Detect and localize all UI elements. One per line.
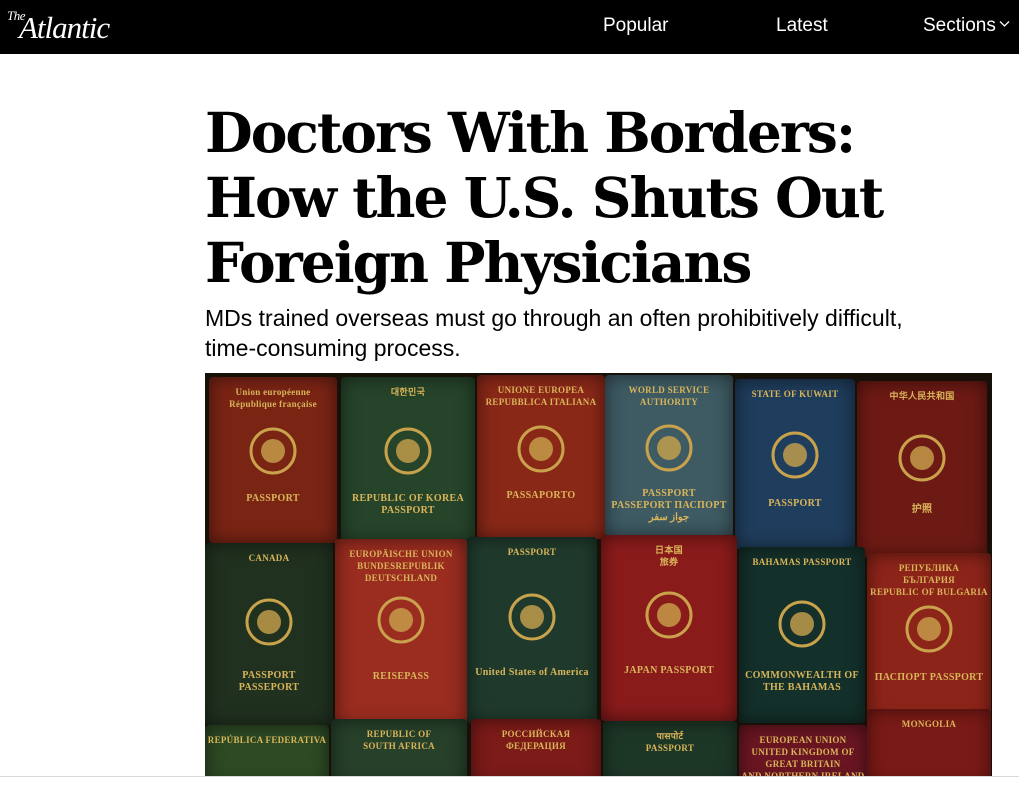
passport-text: 대한민국: [390, 387, 426, 397]
passport-text: REPUBLIC OF: [366, 729, 432, 739]
passport-text: REPUBBLICA ITALIANA: [485, 397, 597, 407]
divider: [0, 776, 1019, 777]
passport-text: 旅券: [659, 557, 679, 567]
passport-footer-text: REPUBLIC OF KOREA PASSPORT: [352, 493, 464, 516]
chevron-down-icon: [999, 21, 1010, 27]
passport-footer-text: PASSPORT: [246, 493, 300, 504]
passport-text: République française: [229, 399, 317, 409]
nav-latest-link[interactable]: Latest: [776, 15, 828, 37]
passport-text: CANADA: [248, 553, 290, 563]
passport-uk: EUROPEAN UNION UNITED KINGDOM OF GREAT BRI…: [739, 725, 867, 776]
headline-line: Foreign Physicians: [205, 230, 752, 295]
passport-footer-text: PASSAPORTO: [506, 490, 576, 501]
nav-sections-menu[interactable]: Sections: [923, 15, 1010, 37]
passport-text: REPUBLIC OF BULGARIA: [870, 587, 988, 597]
coat-of-arms-icon: [377, 596, 425, 644]
passport-text: GREAT BRITAIN: [765, 759, 841, 769]
coat-of-arms-icon: [778, 600, 826, 648]
passport-text: Union européenne: [235, 387, 311, 397]
passport-mongolia: MONGOLIA: [867, 709, 991, 776]
coat-of-arms-icon: [249, 427, 297, 475]
coat-of-arms-icon: [384, 427, 432, 475]
passport-footer-text: JAPAN PASSPORT: [624, 665, 714, 676]
passport-text: PASSPORT: [645, 743, 695, 753]
passport-brazil: REPÚBLICA FEDERATIVA: [205, 725, 329, 776]
passport-footer-text: 护照: [911, 504, 933, 515]
passport-text: पासपोर्ट: [656, 731, 684, 741]
passport-text: DEUTSCHLAND: [364, 573, 438, 583]
coat-of-arms-icon: [645, 591, 693, 639]
coat-of-arms-icon: [771, 431, 819, 479]
top-navigation-bar: The Atlantic Popular Latest Sections: [0, 0, 1019, 54]
subheadline-line: MDs trained overseas must go through an …: [205, 305, 903, 331]
passport-india: पासपोर्ट PASSPORT: [603, 721, 737, 776]
passport-text: MONGOLIA: [901, 719, 957, 729]
passport-footer-text: PASSPORT: [768, 498, 822, 509]
passport-text: 日本国: [655, 545, 683, 555]
passport-eu-france: Union européenne République française PASS…: [209, 377, 337, 543]
passport-italy: UNIONE EUROPEA REPUBBLICA ITALIANA PASSAPO…: [477, 375, 605, 539]
hero-image-passports: Union européenne République française PASS…: [205, 373, 992, 776]
passport-kuwait: STATE OF KUWAIT PASSPORT: [735, 379, 855, 549]
passport-text: BAHAMAS PASSPORT: [752, 557, 852, 567]
passport-text: UNIONE EUROPEA: [497, 385, 585, 395]
passport-korea: 대한민국 REPUBLIC OF KOREA PASSPORT: [341, 377, 475, 543]
coat-of-arms-icon: [645, 424, 693, 472]
passport-text: БЪЛГАРИЯ: [903, 575, 955, 585]
passport-text: ФЕДЕРАЦИЯ: [506, 741, 566, 751]
passport-usa: PASSPORT United States of America: [467, 537, 597, 723]
passport-text: РОССИЙСКАЯ: [501, 729, 571, 739]
passport-germany: EUROPÄISCHE UNION BUNDESREPUBLIK DEUTSCHLA…: [335, 539, 467, 727]
passport-text: WORLD SERVICE: [628, 385, 710, 395]
passport-bulgaria: РЕПУБЛИКА БЪЛГАРИЯ REPUBLIC OF BULGARIA ПАС…: [867, 553, 991, 723]
logo-atlantic: Atlantic: [19, 10, 110, 45]
headline-line: How the U.S. Shuts Out: [205, 165, 884, 230]
passport-text: AUTHORITY: [639, 397, 699, 407]
article-subheadline: MDs trained overseas must go through an …: [205, 303, 995, 363]
passport-footer-text: PASSPORT PASSEPORT ПАСПОРТ جواز سفر: [611, 488, 727, 523]
coat-of-arms-icon: [898, 434, 946, 482]
passport-text: SOUTH AFRICA: [363, 741, 435, 751]
passport-text: 中华人民共和国: [889, 391, 955, 401]
nav-sections-label: Sections: [923, 15, 996, 36]
article-headline: Doctors With Borders: How the U.S. Shuts…: [205, 100, 965, 295]
passport-text: STATE OF KUWAIT: [751, 389, 839, 399]
coat-of-arms-icon: [508, 593, 556, 641]
passport-china: 中华人民共和国 护照: [857, 381, 987, 557]
passport-russia: РОССИЙСКАЯ ФЕДЕРАЦИЯ: [471, 719, 601, 776]
passport-text: РЕПУБЛИКА: [898, 563, 960, 573]
headline-line: Doctors With Borders:: [205, 100, 856, 165]
passport-text: BUNDESREPUBLIK: [357, 561, 445, 571]
passport-wsa: WORLD SERVICE AUTHORITY PASSPORT PASSEPORT…: [605, 375, 733, 537]
passport-canada: CANADA PASSPORT PASSEPORT: [205, 543, 333, 725]
coat-of-arms-icon: [245, 598, 293, 646]
passport-south-africa: REPUBLIC OF SOUTH AFRICA: [331, 719, 467, 776]
subheadline-line: time-consuming process.: [205, 335, 461, 361]
passport-text: EUROPEAN UNION: [759, 735, 847, 745]
passport-footer-text: PASSPORT PASSEPORT: [238, 670, 300, 693]
coat-of-arms-icon: [905, 605, 953, 653]
nav-popular-link[interactable]: Popular: [603, 15, 669, 37]
passport-text: UNITED KINGDOM OF: [751, 747, 855, 757]
passport-footer-text: REISEPASS: [372, 671, 430, 682]
passport-text: EUROPÄISCHE UNION: [349, 549, 453, 559]
passport-bahamas: BAHAMAS PASSPORT COMMONWEALTH OF THE BAHA…: [739, 547, 865, 723]
passport-footer-text: COMMONWEALTH OF THE BAHAMAS: [745, 670, 859, 693]
passport-text: PASSPORT: [507, 547, 557, 557]
passport-footer-text: United States of America: [475, 667, 589, 678]
passport-footer-text: ПАСПОРТ PASSPORT: [874, 672, 984, 683]
passport-japan: 日本国旅券 JAPAN PASSPORT: [601, 535, 737, 721]
passport-text: REPÚBLICA FEDERATIVA: [207, 735, 327, 745]
coat-of-arms-icon: [517, 425, 565, 473]
